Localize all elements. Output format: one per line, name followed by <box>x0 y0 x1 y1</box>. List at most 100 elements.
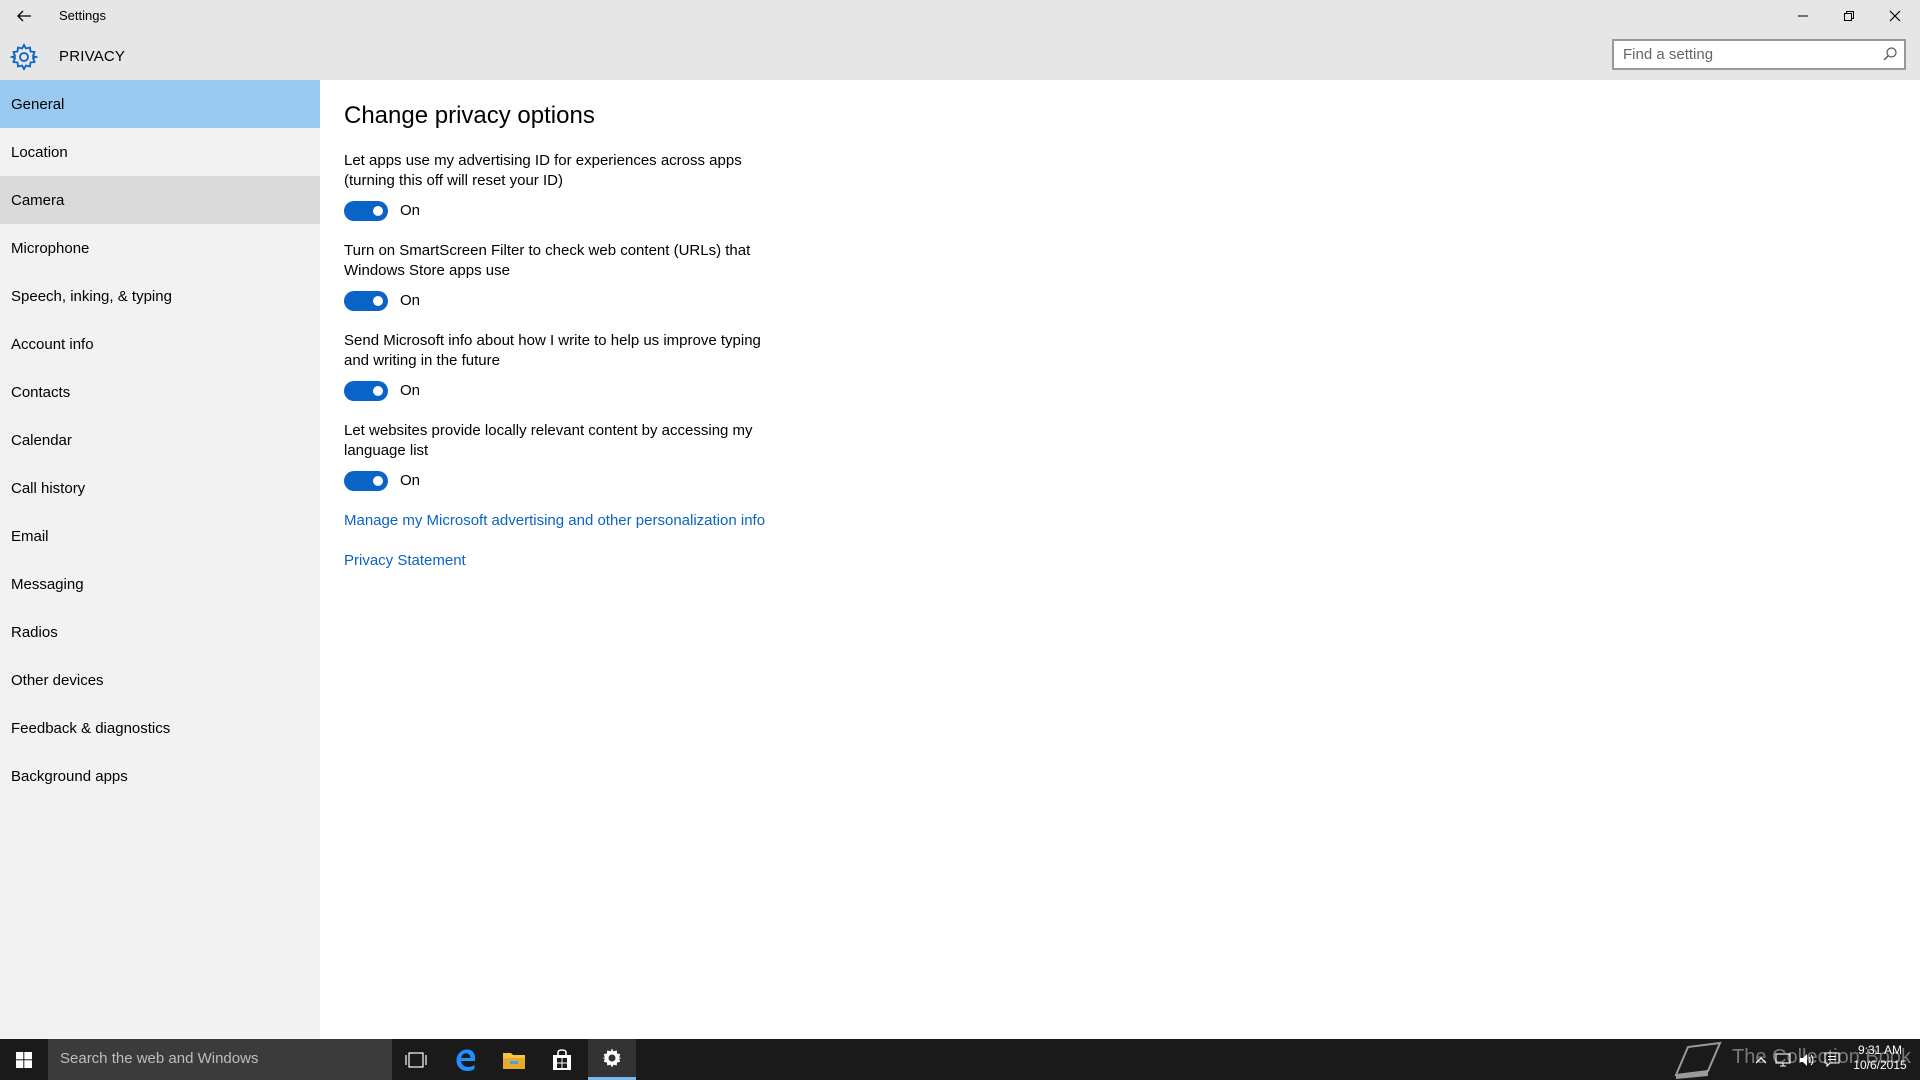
sidebar-item-label: Email <box>11 527 49 545</box>
sidebar-item-account-info[interactable]: Account info <box>0 320 320 368</box>
typing-info-toggle[interactable] <box>344 381 388 401</box>
folder-icon <box>503 1052 525 1069</box>
restore-button[interactable] <box>1826 0 1872 32</box>
option-text-line: Let websites provide locally relevant co… <box>344 422 753 439</box>
sidebar-item-contacts[interactable]: Contacts <box>0 368 320 416</box>
option-description: Let websites provide locally relevant co… <box>344 421 794 461</box>
minimize-icon <box>1798 15 1808 17</box>
edge-browser-icon <box>456 1049 476 1071</box>
watermark-logo <box>1668 1039 1728 1080</box>
sidebar: General Location Camera Microphone Speec… <box>0 80 320 1039</box>
toggle-knob <box>373 296 383 306</box>
task-view-button[interactable] <box>392 1039 440 1080</box>
clock-time: 9:31 AM <box>1857 1043 1903 1057</box>
find-setting-box[interactable] <box>1612 39 1906 70</box>
section-title: PRIVACY <box>59 48 126 65</box>
sidebar-item-label: Background apps <box>11 767 128 785</box>
sidebar-item-label: General <box>11 95 65 113</box>
option-description: Send Microsoft info about how I write to… <box>344 331 794 371</box>
taskbar-clock[interactable]: 9:31 AM 10/6/2015 <box>1852 1043 1908 1073</box>
sidebar-item-label: Other devices <box>11 671 104 689</box>
sidebar-item-speech[interactable]: Speech, inking, & typing <box>0 272 320 320</box>
sidebar-item-label: Messaging <box>11 575 84 593</box>
option-text-line: Let apps use my advertising ID for exper… <box>344 152 742 169</box>
privacy-statement-link[interactable]: Privacy Statement <box>344 552 466 569</box>
taskbar-settings[interactable] <box>588 1039 636 1080</box>
sidebar-item-label: Contacts <box>11 383 71 401</box>
start-button[interactable] <box>0 1039 48 1080</box>
speaker-icon <box>1800 1053 1814 1066</box>
language-list-toggle[interactable] <box>344 471 388 491</box>
sidebar-item-email[interactable]: Email <box>0 512 320 560</box>
option-description: Turn on SmartScreen Filter to check web … <box>344 241 794 281</box>
sidebar-item-radios[interactable]: Radios <box>0 608 320 656</box>
network-icon <box>1775 1052 1791 1067</box>
show-hidden-icons-button[interactable] <box>1752 1039 1770 1080</box>
toggle-knob <box>373 476 383 486</box>
title-bar: Settings PRIVACY <box>0 0 1920 80</box>
toggle-state-label: On <box>400 202 421 219</box>
clock-date: 10/6/2015 <box>1853 1058 1907 1072</box>
taskbar-store[interactable] <box>538 1039 586 1080</box>
sidebar-item-location[interactable]: Location <box>0 128 320 176</box>
network-button[interactable] <box>1772 1039 1794 1080</box>
option-text-line: language list <box>344 442 429 459</box>
close-icon <box>1889 10 1901 22</box>
sidebar-item-label: Account info <box>11 335 94 353</box>
app-title: Settings <box>59 8 106 23</box>
sidebar-item-calendar[interactable]: Calendar <box>0 416 320 464</box>
content-pane <box>320 80 1920 1039</box>
back-button[interactable] <box>10 0 38 32</box>
sidebar-item-label: Camera <box>11 191 65 209</box>
toggle-knob <box>373 386 383 396</box>
sidebar-item-microphone[interactable]: Microphone <box>0 224 320 272</box>
notification-icon <box>1824 1052 1840 1067</box>
toggle-state-label: On <box>400 382 421 399</box>
taskbar-edge[interactable] <box>442 1039 490 1080</box>
sidebar-item-background-apps[interactable]: Background apps <box>0 752 320 800</box>
sidebar-item-messaging[interactable]: Messaging <box>0 560 320 608</box>
task-view-icon <box>405 1051 427 1068</box>
windows-logo-icon <box>16 1051 32 1068</box>
toggle-knob <box>373 206 383 216</box>
volume-button[interactable] <box>1796 1039 1818 1080</box>
chevron-up-icon <box>1755 1056 1767 1063</box>
back-arrow-icon <box>17 10 31 22</box>
gear-icon <box>602 1048 622 1068</box>
minimize-button[interactable] <box>1780 0 1826 32</box>
taskbar-search[interactable]: Search the web and Windows <box>48 1039 392 1080</box>
find-setting-input[interactable] <box>1614 41 1873 68</box>
sidebar-item-call-history[interactable]: Call history <box>0 464 320 512</box>
smartscreen-toggle[interactable] <box>344 291 388 311</box>
sidebar-item-camera[interactable]: Camera <box>0 176 320 224</box>
restore-icon <box>1844 11 1854 21</box>
sidebar-item-feedback[interactable]: Feedback & diagnostics <box>0 704 320 752</box>
option-text-line: Windows Store apps use <box>344 262 510 279</box>
book-logo-icon <box>1674 1041 1722 1079</box>
sidebar-item-label: Radios <box>11 623 58 641</box>
toggle-state-label: On <box>400 292 421 309</box>
store-icon <box>553 1048 571 1070</box>
sidebar-item-label: Location <box>11 143 68 161</box>
sidebar-item-other-devices[interactable]: Other devices <box>0 656 320 704</box>
sidebar-item-label: Microphone <box>11 239 90 257</box>
sidebar-item-general[interactable]: General <box>0 80 320 128</box>
sidebar-item-label: Call history <box>11 479 86 497</box>
option-text-line: (turning this off will reset your ID) <box>344 172 563 189</box>
manage-advertising-link[interactable]: Manage my Microsoft advertising and othe… <box>344 512 765 529</box>
page-title: Change privacy options <box>344 102 595 129</box>
taskbar-file-explorer[interactable] <box>490 1039 538 1080</box>
gear-icon <box>10 43 38 71</box>
option-text-line: and writing in the future <box>344 352 500 369</box>
advertising-id-toggle[interactable] <box>344 201 388 221</box>
option-text-line: Turn on SmartScreen Filter to check web … <box>344 242 751 259</box>
search-icon[interactable] <box>1882 46 1898 62</box>
sidebar-item-label: Feedback & diagnostics <box>11 719 171 737</box>
toggle-state-label: On <box>400 472 421 489</box>
sidebar-item-label: Calendar <box>11 431 72 449</box>
option-text-line: Send Microsoft info about how I write to… <box>344 332 761 349</box>
close-button[interactable] <box>1872 0 1918 32</box>
option-description: Let apps use my advertising ID for exper… <box>344 151 794 191</box>
action-center-button[interactable] <box>1820 1039 1844 1080</box>
taskbar: Search the web and Windows The Collectio… <box>0 1039 1920 1080</box>
